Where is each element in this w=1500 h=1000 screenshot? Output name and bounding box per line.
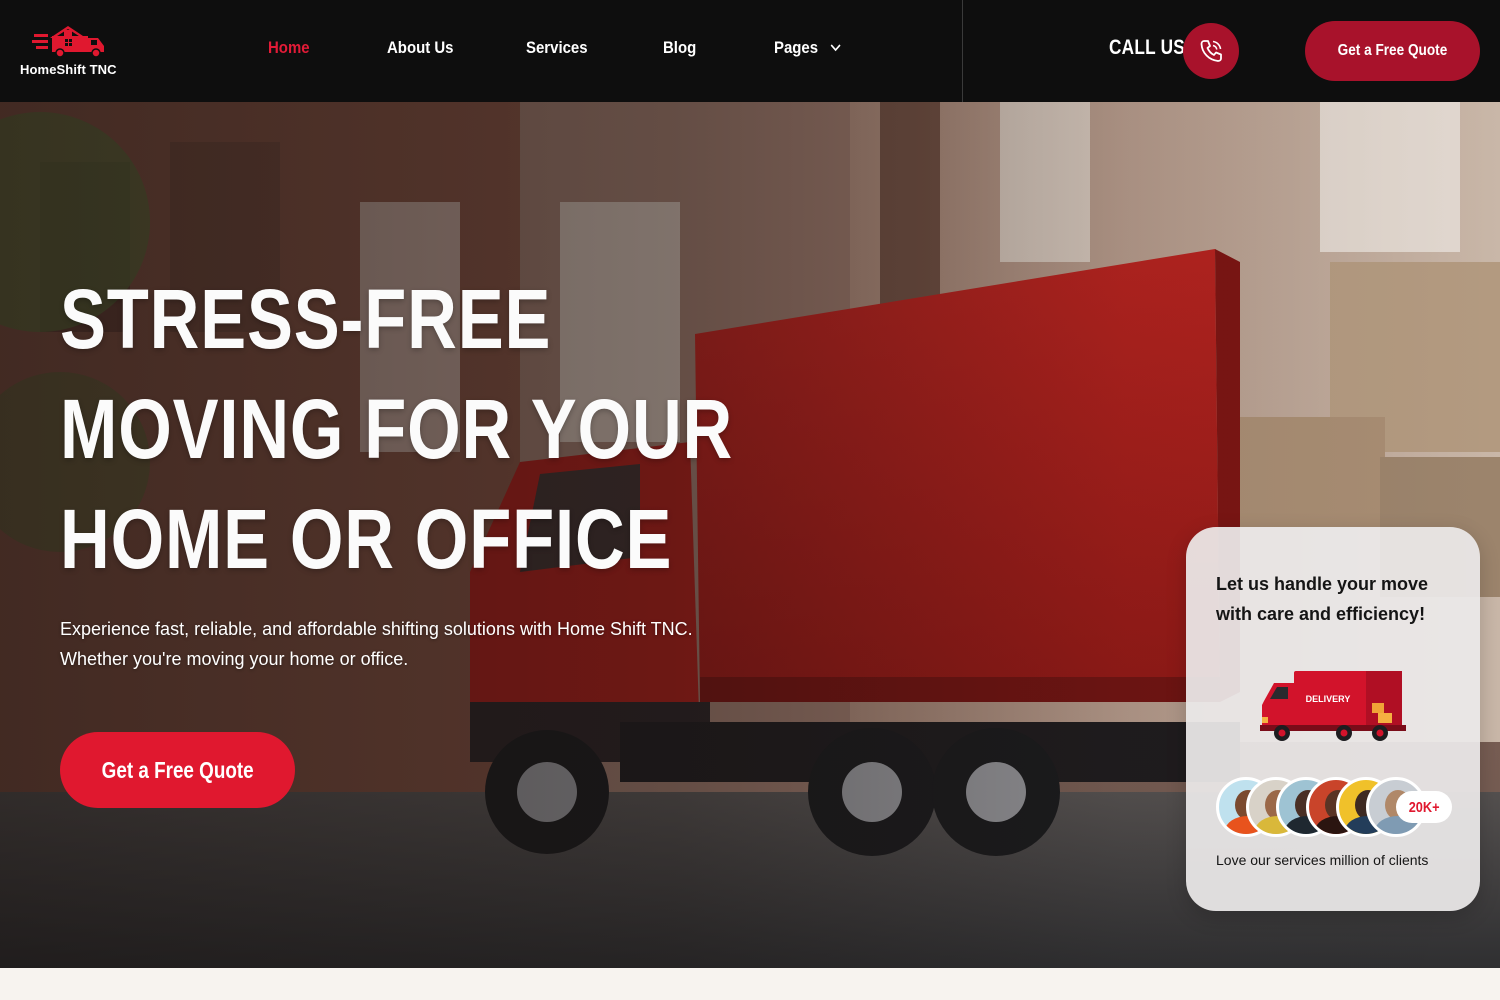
logo-text: HomeShift TNC <box>20 62 117 77</box>
hero-subtitle-line-1: Experience fast, reliable, and affordabl… <box>60 619 693 639</box>
info-card-text: Let us handle your move with care and ef… <box>1216 574 1429 624</box>
delivery-truck-icon: DELIVERY <box>1260 671 1406 741</box>
nav-item-pages[interactable]: Pages <box>774 38 841 58</box>
hero-subtitle-line-2: Whether you're moving your home or offic… <box>60 649 409 669</box>
call-us-label: CALL US <box>1109 36 1186 59</box>
chevron-down-icon <box>830 43 841 51</box>
client-avatars: 20K+ <box>1216 777 1456 837</box>
get-free-quote-hero-label: Get a Free Quote <box>101 756 254 783</box>
delivery-label: DELIVERY <box>1306 694 1351 704</box>
logo[interactable]: HomeShift TNC <box>20 24 130 80</box>
clients-count-badge: 20K+ <box>1396 791 1452 823</box>
clients-count-label: 20K+ <box>1408 798 1440 816</box>
hero-title: STRESS-FREE MOVING FOR YOUR HOME OR OFFI… <box>60 264 733 594</box>
hero-title-line-1: STRESS-FREE <box>60 272 552 366</box>
phone-icon <box>1200 40 1222 62</box>
header-divider <box>962 0 963 102</box>
nav-item-home[interactable]: Home <box>268 38 310 58</box>
get-free-quote-hero-button[interactable]: Get a Free Quote <box>60 732 295 808</box>
info-card: Let us handle your move with care and ef… <box>1186 527 1480 911</box>
hero-section: STRESS-FREE MOVING FOR YOUR HOME OR OFFI… <box>0 102 1500 968</box>
nav-item-about-us[interactable]: About Us <box>387 38 453 58</box>
nav-item-services[interactable]: Services <box>526 38 588 58</box>
hero-title-line-3: HOME OR OFFICE <box>60 492 673 586</box>
logo-truck-icon <box>32 26 104 58</box>
call-button[interactable] <box>1183 23 1239 79</box>
next-section-strip <box>0 968 1500 1000</box>
info-card-footer: Love our services million of clients <box>1216 852 1429 868</box>
get-free-quote-header-button[interactable]: Get a Free Quote <box>1305 21 1480 81</box>
nav-item-pages-label: Pages <box>774 38 819 57</box>
nav-item-blog[interactable]: Blog <box>663 38 696 58</box>
hero-title-line-2: MOVING FOR YOUR <box>60 382 734 476</box>
get-free-quote-header-label: Get a Free Quote <box>1337 42 1448 59</box>
site-header: HomeShift TNC Home About Us Services Blo… <box>0 0 1500 102</box>
hero-subtitle: Experience fast, reliable, and affordabl… <box>60 614 780 674</box>
